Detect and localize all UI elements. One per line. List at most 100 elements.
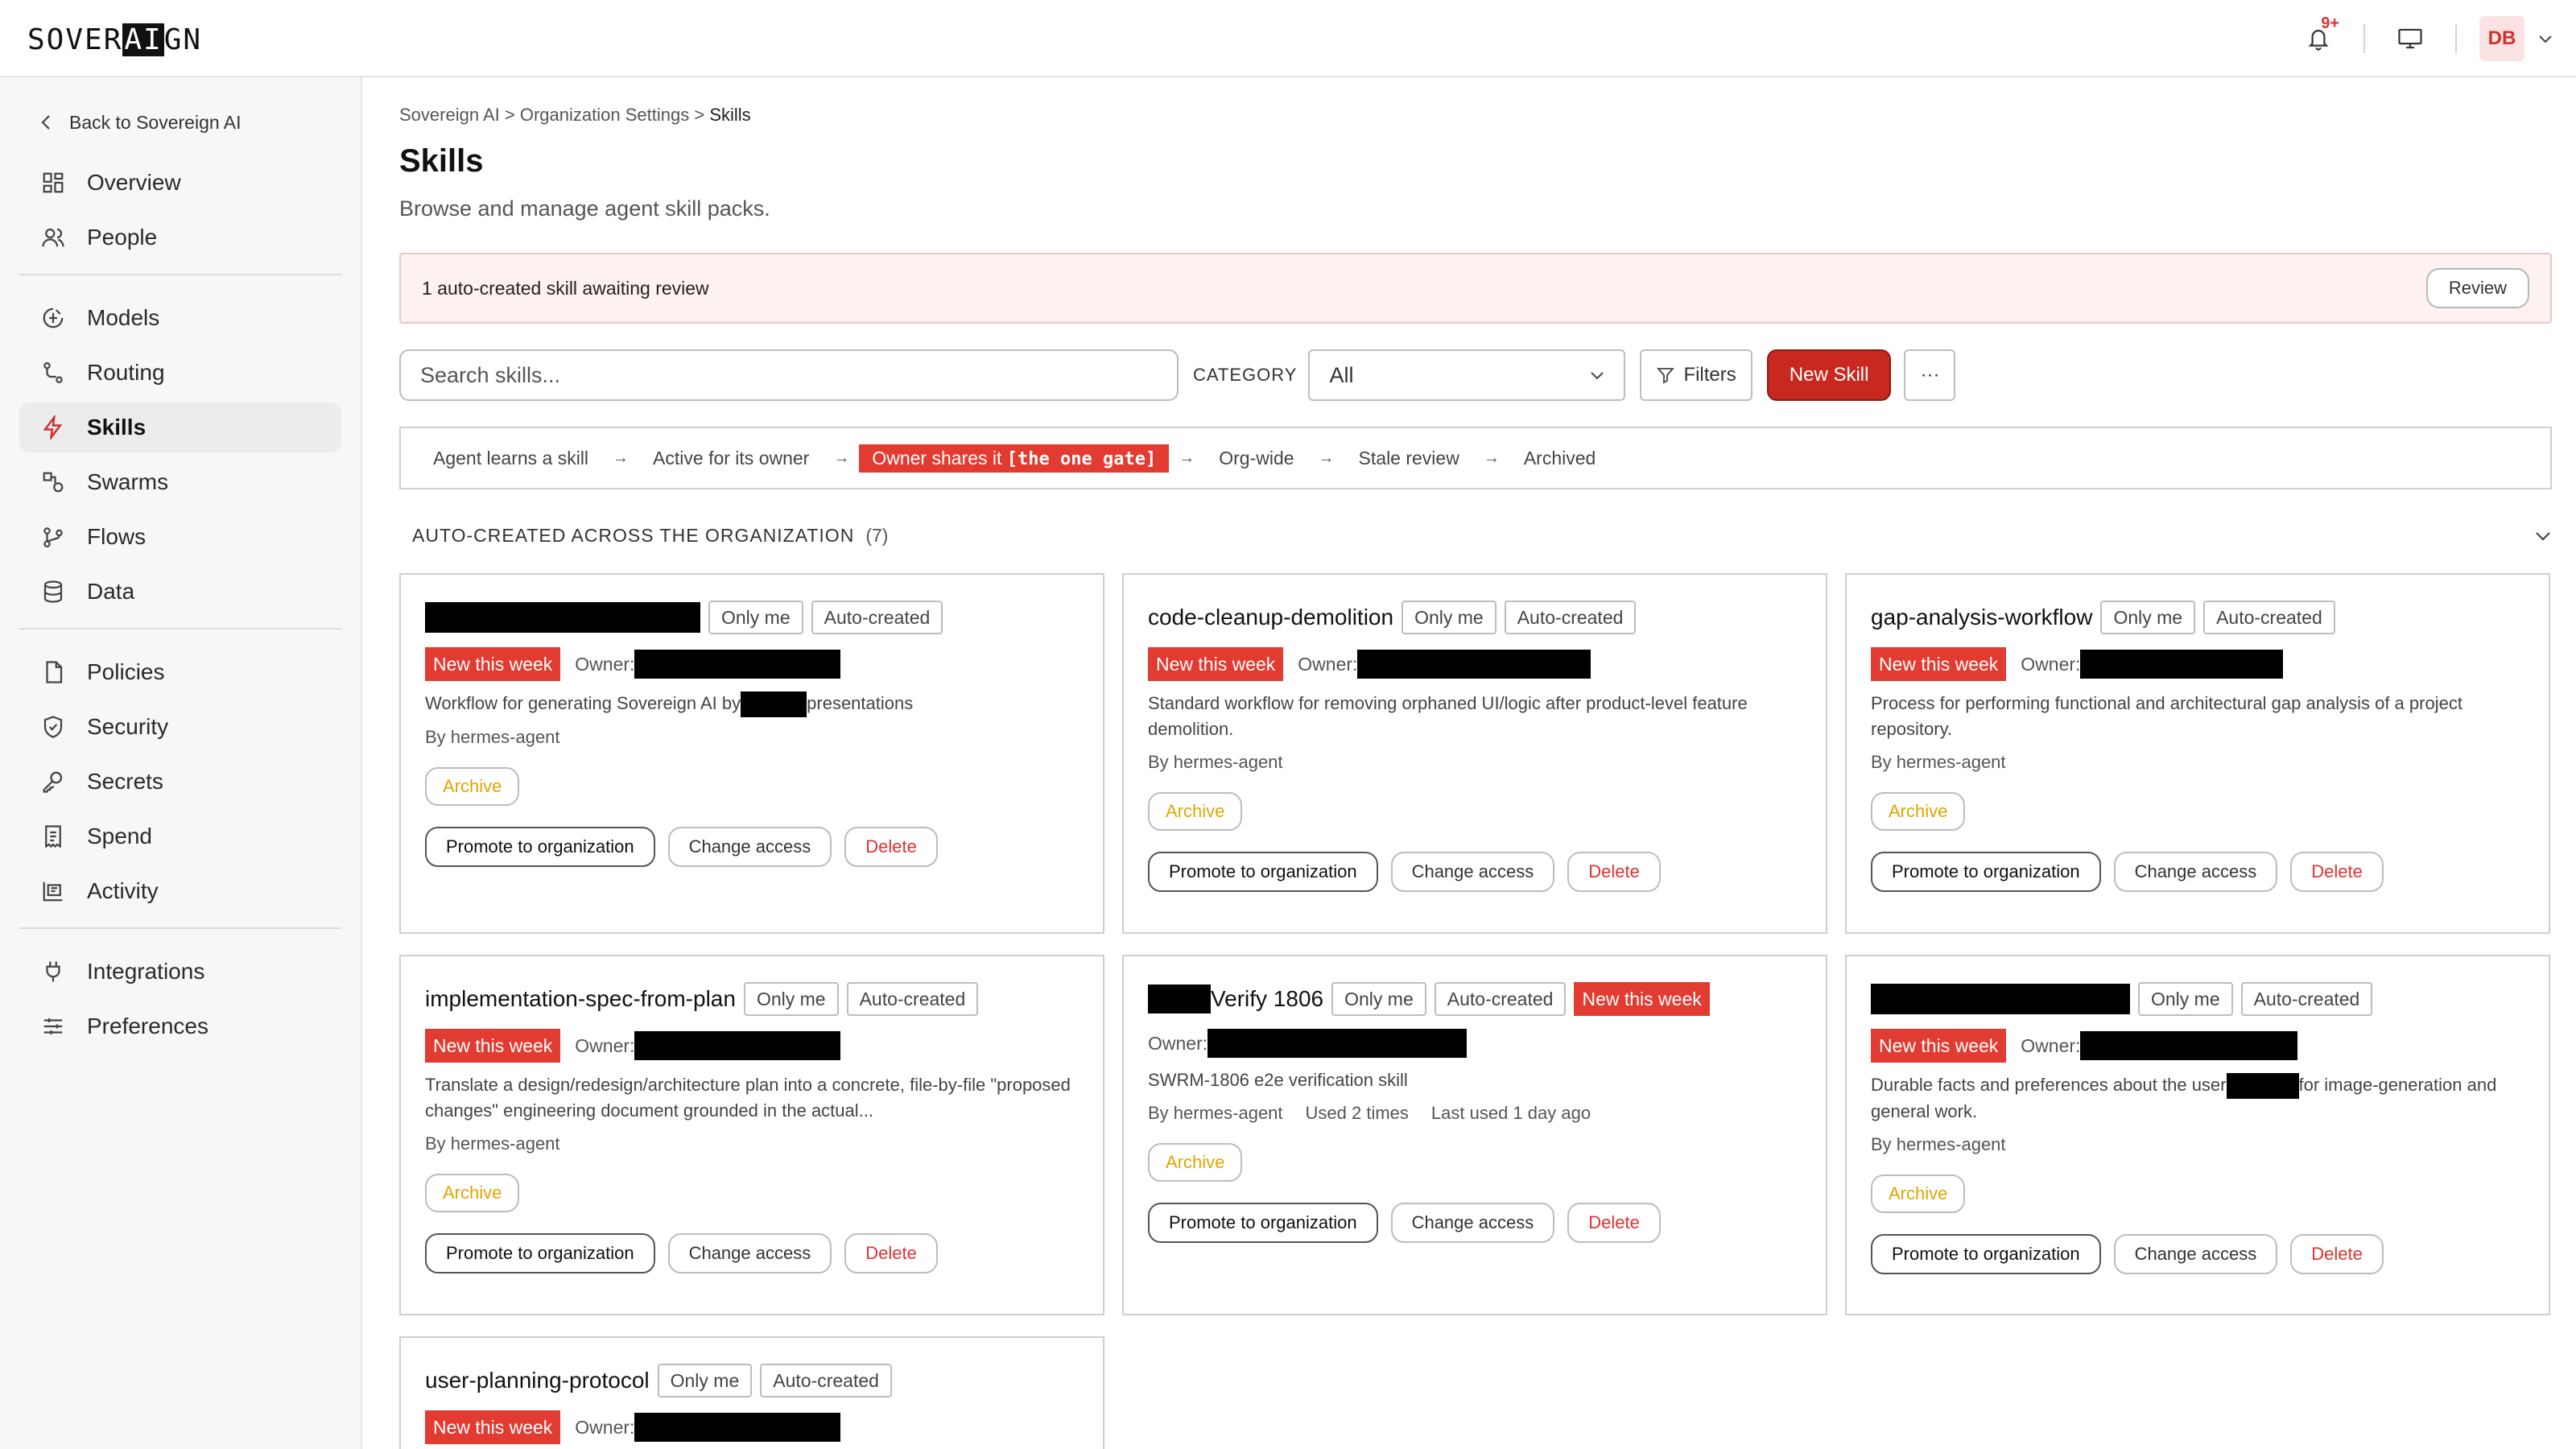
- owner-label: Owner:: [575, 1034, 635, 1056]
- skill-name[interactable]: user-planning-protocol: [425, 1368, 650, 1393]
- sidebar-item-data[interactable]: Data: [19, 567, 341, 617]
- change-access-button[interactable]: Change access: [2113, 1234, 2278, 1275]
- sidebar-item-security[interactable]: Security: [19, 702, 341, 752]
- delete-button[interactable]: Delete: [844, 1233, 938, 1274]
- notifications-button[interactable]: 9+: [2296, 14, 2341, 61]
- visibility-tag: Only me: [708, 601, 803, 634]
- sidebar-item-routing[interactable]: Routing: [19, 348, 341, 398]
- review-button[interactable]: Review: [2425, 268, 2529, 308]
- sidebar-item-secrets[interactable]: Secrets: [19, 757, 341, 807]
- change-access-button[interactable]: Change access: [1390, 852, 1555, 892]
- archive-button[interactable]: Archive: [425, 1174, 520, 1212]
- visibility-tag: Only me: [1331, 982, 1426, 1016]
- shield-icon: [43, 716, 63, 738]
- sidebar-item-spend[interactable]: Spend: [19, 811, 341, 861]
- chevron-down-icon[interactable]: [2534, 530, 2552, 542]
- delete-button[interactable]: Delete: [2290, 852, 2384, 892]
- promote-button[interactable]: Promote to organization: [1148, 1203, 1378, 1243]
- header-actions: 9+ DB: [2296, 14, 2557, 61]
- key-icon: [43, 771, 63, 793]
- delete-button[interactable]: Delete: [1567, 1203, 1661, 1243]
- archive-button[interactable]: Archive: [1871, 1174, 1966, 1214]
- change-access-button[interactable]: Change access: [667, 1233, 832, 1274]
- avatar[interactable]: DB: [2479, 16, 2524, 61]
- logo-highlight: AI: [122, 23, 164, 56]
- promote-button[interactable]: Promote to organization: [425, 827, 655, 868]
- search-input[interactable]: [399, 349, 1179, 401]
- header-divider: [2455, 24, 2457, 53]
- archive-button[interactable]: Archive: [425, 767, 520, 807]
- lifecycle-gate-note: [the one gate]: [1006, 448, 1157, 469]
- sidebar-item-integrations[interactable]: Integrations: [19, 947, 341, 997]
- sidebar-item-label: Activity: [87, 878, 159, 903]
- change-access-button[interactable]: Change access: [667, 827, 832, 868]
- change-access-button[interactable]: Change access: [1390, 1203, 1555, 1243]
- sidebar-item-label: Skills: [87, 415, 147, 440]
- skill-author: By hermes-agent: [1148, 1103, 1283, 1123]
- sidebar-item-activity[interactable]: Activity: [19, 866, 341, 916]
- change-access-button[interactable]: Change access: [2113, 852, 2278, 892]
- page-subtitle: Browse and manage agent skill packs.: [399, 196, 770, 221]
- sidebar-item-policies[interactable]: Policies: [19, 647, 341, 697]
- skill-name[interactable]: code-cleanup-demolition: [1148, 605, 1393, 630]
- usage-count: Used 2 times: [1305, 1103, 1409, 1123]
- sidebar-item-label: People: [87, 225, 158, 250]
- back-link[interactable]: Back to Sovereign AI: [40, 109, 242, 135]
- promote-button[interactable]: Promote to organization: [1148, 852, 1378, 892]
- sidebar-item-models[interactable]: Models: [19, 293, 341, 343]
- last-used: Last used 1 day ago: [1430, 1103, 1591, 1123]
- redacted-skill-name: [1871, 984, 2130, 1014]
- delete-button[interactable]: Delete: [2290, 1234, 2384, 1275]
- auto-created-tag: Auto-created: [1434, 982, 1567, 1016]
- category-select[interactable]: All: [1308, 349, 1626, 401]
- filters-button[interactable]: Filters: [1640, 349, 1752, 401]
- bolt-icon: [43, 415, 63, 440]
- skill-name[interactable]: Verify 1806: [1211, 986, 1323, 1012]
- spend-icon: [45, 825, 61, 848]
- sidebar-item-flows[interactable]: Flows: [19, 512, 341, 562]
- skill-meta: By hermes-agent Used 2 times Last used 1 d…: [1148, 1103, 1802, 1124]
- lifecycle-arrow: →: [1318, 448, 1335, 467]
- page-title: Skills: [399, 143, 484, 179]
- routing-icon: [43, 362, 63, 383]
- filter-icon: [1657, 368, 1675, 384]
- delete-button[interactable]: Delete: [1567, 852, 1661, 892]
- promote-button[interactable]: Promote to organization: [1871, 852, 2101, 892]
- description-text: Workflow for generating Sovereign AI by: [425, 693, 741, 713]
- archive-button[interactable]: Archive: [1148, 1143, 1243, 1182]
- sidebar-item-skills[interactable]: Skills: [19, 402, 341, 452]
- skill-author: By hermes-agent: [1871, 1134, 2006, 1155]
- sidebar-item-people[interactable]: People: [19, 213, 341, 262]
- sidebar-item-swarms[interactable]: Swarms: [19, 457, 341, 507]
- sidebar-item-label: Security: [87, 714, 169, 739]
- archive-button[interactable]: Archive: [1148, 792, 1243, 831]
- skill-name[interactable]: gap-analysis-workflow: [1871, 605, 2092, 630]
- overview-icon: [43, 172, 64, 193]
- skill-author: By hermes-agent: [425, 727, 560, 748]
- logo[interactable]: SOVERAIGN: [27, 23, 202, 58]
- models-icon: [43, 308, 64, 328]
- new-skill-button[interactable]: New Skill: [1766, 349, 1892, 401]
- archive-button[interactable]: Archive: [1871, 792, 1966, 831]
- skill-name[interactable]: implementation-spec-from-plan: [425, 986, 736, 1012]
- section-header[interactable]: AUTO-CREATED ACROSS THE ORGANIZATION (7): [412, 525, 2552, 547]
- sidebar-item-preferences[interactable]: Preferences: [19, 1001, 341, 1051]
- sidebar-item-label: Policies: [87, 659, 165, 684]
- redacted-owner: [2080, 650, 2284, 679]
- account-menu-toggle[interactable]: [2534, 27, 2557, 50]
- lifecycle-stage: Agent learns a skill: [433, 447, 589, 469]
- promote-button[interactable]: Promote to organization: [425, 1233, 655, 1274]
- delete-button[interactable]: Delete: [844, 827, 938, 868]
- redacted-owner: [634, 650, 841, 679]
- breadcrumb-parent[interactable]: Organization Settings: [520, 105, 689, 125]
- owner-label: Owner:: [2021, 1034, 2081, 1056]
- monitor-icon: [2398, 28, 2422, 49]
- breadcrumb-root[interactable]: Sovereign AI: [399, 105, 500, 125]
- display-button[interactable]: [2388, 16, 2433, 61]
- promote-button[interactable]: Promote to organization: [1871, 1234, 2101, 1275]
- sidebar-item-overview[interactable]: Overview: [19, 158, 341, 208]
- skill-description: Process for performing functional and ar…: [1871, 693, 2462, 739]
- more-options-button[interactable]: ···: [1904, 349, 1956, 401]
- plug-icon: [46, 961, 60, 982]
- redacted-owner: [634, 1031, 841, 1060]
